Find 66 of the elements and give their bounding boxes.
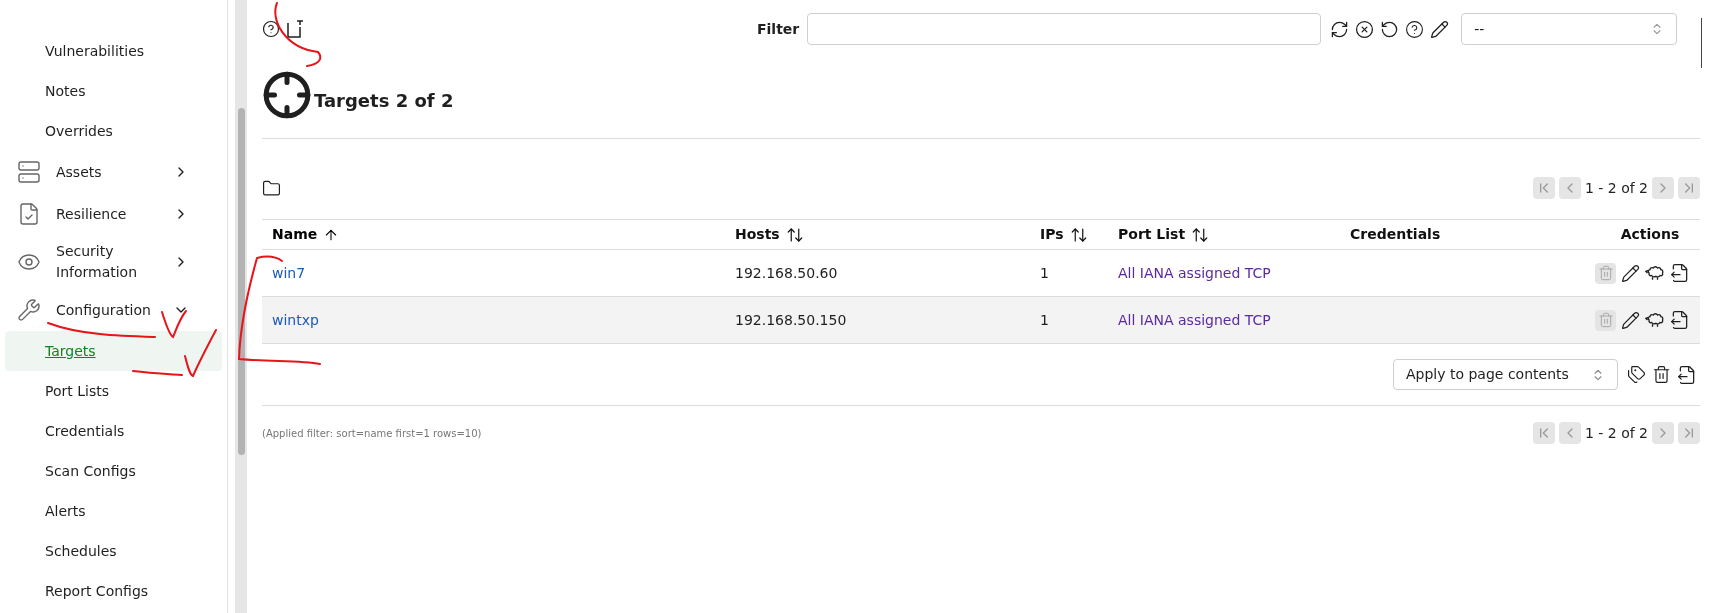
- sidebar-item[interactable]: Alerts: [5, 491, 222, 531]
- page-count: 1 - 2 of 2: [1584, 423, 1648, 443]
- sort-icon: [1069, 225, 1088, 244]
- export-icon[interactable]: [1670, 263, 1690, 283]
- export-icon[interactable]: [1670, 310, 1690, 330]
- sidebar-item[interactable]: Credentials: [5, 411, 222, 451]
- sidebar-group[interactable]: Configuration: [0, 289, 227, 331]
- sidebar-group[interactable]: Assets: [0, 151, 227, 193]
- target-name-link[interactable]: win7: [272, 264, 306, 281]
- filter-select[interactable]: --: [1461, 13, 1678, 45]
- group-label: Resilience: [56, 204, 128, 224]
- column-header[interactable]: IPs: [1040, 224, 1088, 245]
- sort-icon: [785, 225, 804, 244]
- port-list-link[interactable]: All IANA assigned TCP: [1118, 311, 1271, 328]
- reset-icon[interactable]: [1380, 19, 1400, 39]
- delete-icon[interactable]: [1652, 365, 1671, 384]
- port-list-link[interactable]: All IANA assigned TCP: [1118, 264, 1271, 281]
- group-label: Configuration: [56, 300, 152, 320]
- hosts-cell: 192.168.50.60: [735, 264, 838, 281]
- sidebar-item[interactable]: Overrides: [5, 111, 222, 151]
- bulk-action-select[interactable]: Apply to page contents: [1393, 359, 1618, 390]
- page-title: Targets 2 of 2: [314, 88, 454, 113]
- applied-filter-text: (Applied filter: sort=name first=1 rows=10): [262, 426, 482, 441]
- filter-field[interactable]: [807, 13, 1322, 45]
- folder-icon[interactable]: [262, 178, 281, 198]
- help-icon[interactable]: [262, 20, 280, 38]
- filter-label: Filter: [757, 19, 800, 39]
- column-header[interactable]: Hosts: [735, 224, 804, 245]
- ips-cell: 1: [1040, 264, 1049, 281]
- hosts-cell: 192.168.50.150: [735, 311, 847, 328]
- sidebar-item[interactable]: Vulnerabilities: [5, 31, 222, 71]
- group-icon: [17, 160, 41, 184]
- edit-icon[interactable]: [1430, 19, 1450, 39]
- ips-cell: 1: [1040, 311, 1049, 328]
- edit-icon[interactable]: [1621, 310, 1640, 330]
- page-count: 1 - 2 of 2: [1584, 178, 1648, 198]
- export-icon[interactable]: [1677, 364, 1697, 385]
- sidebar-item[interactable]: Targets: [5, 331, 222, 371]
- group-icon: [17, 202, 41, 226]
- group-label: Security Information: [56, 242, 139, 282]
- column-header: Actions: [1620, 225, 1680, 244]
- group-label: Assets: [56, 162, 103, 182]
- edit-icon[interactable]: [1621, 263, 1640, 283]
- target-name-link[interactable]: wintxp: [272, 311, 319, 328]
- help-icon[interactable]: [1405, 19, 1425, 39]
- sidebar-group[interactable]: Resilience: [0, 193, 227, 235]
- sidebar-group[interactable]: Security Information: [0, 235, 227, 289]
- group-icon: [17, 298, 41, 322]
- sidebar-item[interactable]: Scan Configs: [5, 451, 222, 491]
- column-header[interactable]: Name: [272, 224, 340, 245]
- new-target-icon[interactable]: [286, 19, 304, 39]
- column-header: Credentials: [1350, 225, 1441, 244]
- clear-icon[interactable]: [1355, 19, 1375, 39]
- sort-icon: [1191, 225, 1210, 244]
- sidebar-item[interactable]: Port Lists: [5, 371, 222, 411]
- sidebar-item[interactable]: Report Configs: [5, 571, 222, 611]
- sheep-icon[interactable]: [1645, 310, 1665, 330]
- target-icon: [262, 70, 312, 120]
- column-header[interactable]: Port List: [1118, 224, 1210, 245]
- sidebar-item[interactable]: Schedules: [5, 531, 222, 571]
- tags-icon[interactable]: [1627, 365, 1646, 384]
- refresh-icon[interactable]: [1330, 19, 1350, 39]
- annotation-underline: [132, 370, 183, 376]
- scrollbar-thumb[interactable]: [237, 108, 245, 455]
- sheep-icon[interactable]: [1645, 263, 1665, 283]
- sidebar-item[interactable]: Notes: [5, 71, 222, 111]
